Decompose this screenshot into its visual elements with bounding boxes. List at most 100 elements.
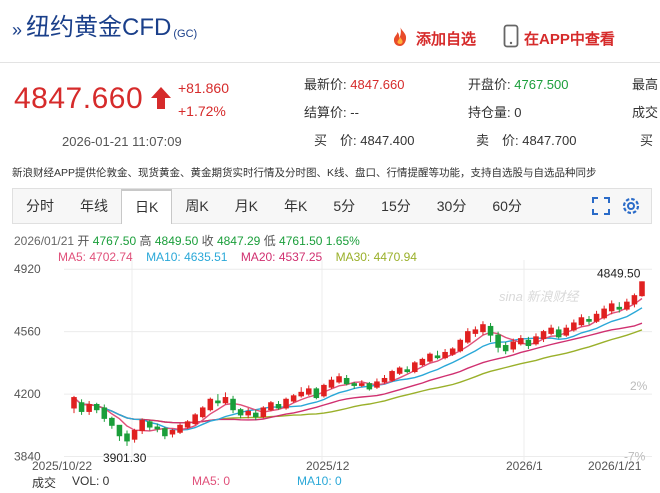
tab-weekly-k[interactable]: 周K [172, 189, 221, 223]
field-label: 结算价: [304, 105, 347, 120]
candle-body [487, 325, 494, 336]
candle-body [457, 339, 464, 352]
candle-body [586, 319, 592, 322]
field-value: -- [350, 105, 359, 120]
y-tick-label: 4200 [14, 387, 41, 401]
field-label: 最新价: [304, 77, 347, 92]
candle-body [146, 421, 153, 428]
instrument-code: (GC) [173, 28, 198, 40]
candle-body [252, 412, 259, 418]
candle-body [78, 402, 85, 412]
candle-body [290, 395, 297, 402]
price-change: +81.860 [178, 80, 229, 96]
candle-body [162, 428, 168, 437]
kline-chart[interactable]: 2026/01/21 开 4767.50 高 4849.50 收 4847.29… [12, 224, 660, 493]
candle-body [510, 341, 517, 350]
x-tick-label: 2026/1/21 [588, 459, 642, 472]
x-tick-label: 2025/12 [306, 459, 350, 472]
candle-body [184, 421, 191, 428]
ma20-line [73, 322, 643, 424]
tab-year-line[interactable]: 年线 [67, 189, 121, 223]
candle-body [624, 301, 630, 310]
candle-body [502, 345, 509, 352]
candle-body [313, 388, 320, 399]
y-tick-label: 4920 [14, 262, 41, 276]
view-in-app-button[interactable]: 在APP中查看 [503, 24, 615, 53]
candle-body [571, 322, 577, 331]
header-divider [0, 62, 660, 63]
ma5-line [73, 297, 643, 432]
tab-60min[interactable]: 60分 [479, 189, 535, 223]
candle-body [283, 398, 289, 409]
candle-body [298, 391, 304, 397]
fullscreen-icon[interactable] [591, 196, 611, 221]
tab-yearly-k[interactable]: 年K [271, 189, 320, 223]
vol-value: VOL: 0 [72, 474, 110, 488]
candle-body [359, 383, 365, 386]
field-label: 开盘价: [468, 77, 511, 92]
candle-body [109, 417, 115, 426]
vol-ma5: MA5: 0 [192, 474, 231, 488]
field-label: 持仓量: [468, 105, 511, 120]
candle-body [480, 324, 486, 333]
view-in-app-label: 在APP中查看 [524, 31, 615, 48]
field-value: 4847.700 [522, 133, 577, 148]
candle-body [260, 407, 267, 418]
right-tick-label: 2% [630, 379, 648, 393]
candle-body [518, 338, 524, 345]
quote-time: 2026-01-21 11:07:09 [62, 134, 182, 149]
candle-body [192, 414, 198, 425]
tab-5min[interactable]: 5分 [320, 189, 368, 223]
field-value: 4847.660 [350, 77, 405, 92]
candle-body [555, 329, 562, 338]
candle-body [71, 397, 77, 409]
candle-body [495, 334, 501, 348]
add-favorite-label: 添加自选 [416, 31, 477, 48]
candle-body [412, 362, 418, 373]
candle-body [639, 281, 645, 297]
candle-body [199, 407, 206, 418]
candle-body [131, 430, 138, 440]
candle-body [533, 336, 539, 345]
ma10-line [73, 307, 643, 431]
chart-period-tabs: 分时 年线 日K 周K 月K 年K 5分 15分 30分 60分 [12, 188, 652, 224]
app-notice: 新浪财经APP提供伦敦金、现货黄金、黄金期货实时行情及分时图、K线、盘口、行情提… [12, 167, 597, 179]
candle-body [237, 409, 244, 416]
settings-icon[interactable] [621, 196, 641, 221]
candle-body [548, 327, 554, 334]
tab-15min[interactable]: 15分 [368, 189, 424, 223]
candle-body [268, 402, 274, 411]
candle-body [381, 377, 388, 383]
candle-body [449, 348, 456, 355]
tab-daily-k[interactable]: 日K [121, 189, 173, 224]
candle-body [434, 355, 441, 359]
candle-body [465, 331, 471, 343]
field-bid-vol: 买 [640, 130, 653, 149]
candle-body [177, 424, 183, 433]
field-bid: 买 价: 4847.400 [314, 130, 414, 149]
candle-body [116, 424, 123, 437]
vol-ma10: MA10: 0 [297, 474, 342, 488]
candle-body [631, 295, 638, 305]
add-favorite-button[interactable]: 添加自选 [388, 24, 476, 53]
last-price: 4847.660 [14, 82, 144, 115]
y-tick-label: 4560 [14, 325, 41, 339]
candle-body [328, 379, 335, 388]
field-label: 买 价: [314, 133, 357, 148]
field-open: 开盘价: 4767.500 [468, 74, 568, 93]
field-ask: 卖 价: 4847.700 [476, 130, 576, 149]
candle-body [245, 410, 251, 416]
candle-body [427, 353, 433, 362]
header: » 纽约黄金CFD (GC) 添加自选 在APP中查看 [0, 0, 660, 66]
title-prefix: » [12, 20, 23, 40]
candle-body [215, 400, 221, 404]
candle-body [593, 313, 600, 322]
candle-body [343, 377, 350, 385]
tab-timeshare[interactable]: 分时 [13, 189, 67, 223]
candle-body [601, 308, 607, 319]
candle-body [563, 327, 570, 336]
tab-monthly-k[interactable]: 月K [222, 189, 271, 223]
x-tick-label: 2025/10/22 [32, 459, 92, 472]
field-volume: 成交 [632, 102, 658, 121]
tab-30min[interactable]: 30分 [424, 189, 480, 223]
